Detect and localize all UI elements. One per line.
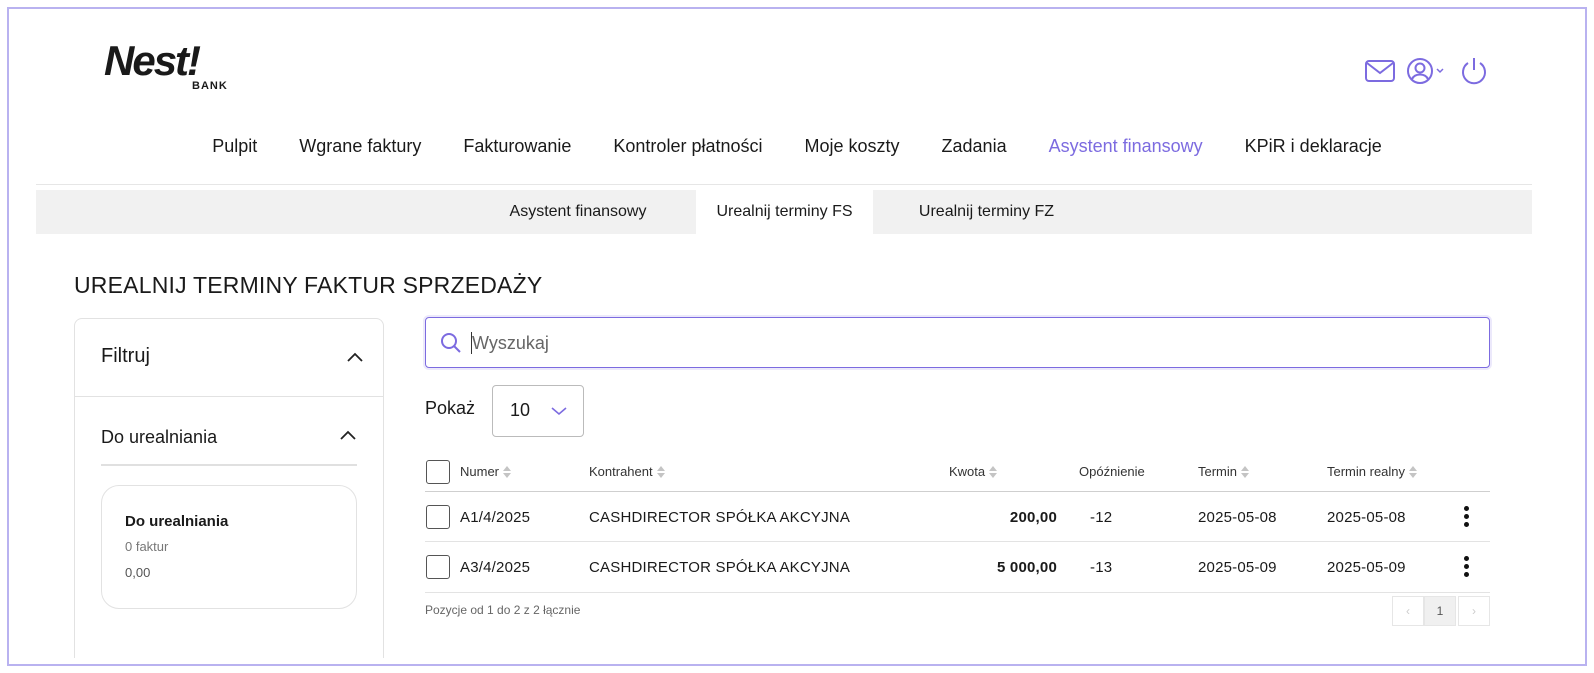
page-size-value: 10 <box>510 400 531 420</box>
filter-section-title[interactable]: Do urealniania <box>101 427 217 448</box>
sort-icon <box>503 465 512 478</box>
pagination-next-button[interactable]: › <box>1458 596 1490 626</box>
filter-header[interactable]: Filtruj <box>75 319 383 397</box>
subtab-asystent-finansowy[interactable]: Asystent finansowy <box>488 190 668 234</box>
column-header-numer[interactable]: Numer <box>460 464 512 479</box>
select-all-checkbox[interactable] <box>426 460 450 484</box>
pagination-page-1[interactable]: 1 <box>1424 596 1456 626</box>
nav-item-wgrane-faktury[interactable]: Wgrane faktury <box>278 132 442 161</box>
column-label: Termin realny <box>1327 464 1406 479</box>
nest-bank-logo[interactable]: Nest! BANK <box>104 40 234 94</box>
column-header-termin-realny[interactable]: Termin realny <box>1327 464 1418 479</box>
cell-opoznienie: -13 <box>1090 559 1113 576</box>
page-title: UREALNIJ TERMINY FAKTUR SPRZEDAŻY <box>74 272 543 298</box>
logo-subtitle: BANK <box>192 80 228 92</box>
cell-kwota: 200,00 <box>1009 509 1057 526</box>
column-header-opoznienie: Opóźnienie <box>1079 464 1145 479</box>
cell-termin: 2025-05-09 <box>1198 559 1277 576</box>
row-checkbox[interactable] <box>426 555 450 579</box>
search-input[interactable] <box>472 328 1472 358</box>
column-label: Numer <box>460 464 500 479</box>
sort-icon <box>1241 465 1250 478</box>
filter-card-do-urealniania[interactable]: Do urealniania 0 faktur 0,00 <box>101 485 357 609</box>
cell-termin-realny[interactable]: 2025-05-08 <box>1327 509 1406 526</box>
header-icons <box>1364 56 1490 86</box>
filter-title: Filtruj <box>101 345 150 367</box>
pagination-prev-button[interactable]: ‹ <box>1392 596 1424 626</box>
filter-card-count: 0 faktur <box>125 539 169 554</box>
nav-divider <box>36 184 1532 185</box>
cell-termin-realny[interactable]: 2025-05-09 <box>1327 559 1406 576</box>
row-divider <box>425 592 1490 593</box>
chevron-up-icon[interactable] <box>346 351 364 363</box>
mail-icon[interactable] <box>1364 56 1396 86</box>
nav-item-fakturowanie[interactable]: Fakturowanie <box>442 132 592 161</box>
cell-kontrahent: CASHDIRECTOR SPÓŁKA AKCYJNA <box>589 559 851 576</box>
sort-icon <box>656 465 665 478</box>
text-caret <box>471 332 472 354</box>
column-header-termin[interactable]: Termin <box>1198 464 1250 479</box>
row-divider <box>425 541 1490 542</box>
column-label: Kwota <box>949 464 986 479</box>
row-checkbox[interactable] <box>426 505 450 529</box>
sort-icon <box>989 465 998 478</box>
nav-item-kontroler-platnosci[interactable]: Kontroler płatności <box>592 132 783 161</box>
logo-wordmark: Nest! <box>104 37 201 84</box>
column-label: Termin <box>1198 464 1238 479</box>
nav-item-zadania[interactable]: Zadania <box>921 132 1028 161</box>
row-menu-icon[interactable] <box>1459 505 1475 529</box>
filter-section-divider <box>101 464 357 466</box>
table-header-divider <box>425 491 1490 492</box>
filter-panel: Filtruj Do urealniania Do urealniania 0 … <box>74 318 384 658</box>
cell-numer[interactable]: A1/4/2025 <box>460 509 530 526</box>
search-icon <box>441 333 461 353</box>
chevron-up-icon[interactable] <box>339 429 357 441</box>
column-label: Kontrahent <box>589 464 653 479</box>
cell-kwota: 5 000,00 <box>997 559 1057 576</box>
sort-icon <box>1409 465 1418 478</box>
chevron-down-icon <box>551 407 567 416</box>
nav-item-pulpit[interactable]: Pulpit <box>191 132 278 161</box>
filter-card-title: Do urealniania <box>125 513 229 530</box>
search-box <box>425 317 1490 368</box>
sub-nav: Asystent finansowy Urealnij terminy FS U… <box>36 190 1532 234</box>
power-icon[interactable] <box>1458 56 1490 86</box>
column-label: Opóźnienie <box>1079 464 1145 479</box>
column-header-kontrahent[interactable]: Kontrahent <box>589 464 665 479</box>
main-nav: Pulpit Wgrane faktury Fakturowanie Kontr… <box>0 132 1594 161</box>
pagination-info: Pozycje od 1 do 2 z 2 łącznie <box>425 603 581 617</box>
nav-item-kpir-deklaracje[interactable]: KPiR i deklaracje <box>1224 132 1403 161</box>
subtab-urealnij-fz[interactable]: Urealnij terminy FZ <box>898 190 1075 234</box>
column-header-kwota[interactable]: Kwota <box>949 464 998 479</box>
user-menu-icon[interactable] <box>1406 56 1448 86</box>
row-menu-icon[interactable] <box>1459 555 1475 579</box>
nav-item-asystent-finansowy[interactable]: Asystent finansowy <box>1028 132 1224 161</box>
nav-item-moje-koszty[interactable]: Moje koszty <box>784 132 921 161</box>
page-size-select[interactable]: 10 <box>492 385 584 437</box>
page-size-label: Pokaż <box>425 398 476 418</box>
cell-termin: 2025-05-08 <box>1198 509 1277 526</box>
cell-opoznienie: -12 <box>1090 509 1113 526</box>
cell-numer[interactable]: A3/4/2025 <box>460 559 530 576</box>
cell-kontrahent: CASHDIRECTOR SPÓŁKA AKCYJNA <box>589 509 851 526</box>
filter-card-amount: 0,00 <box>125 565 151 580</box>
subtab-urealnij-fs[interactable]: Urealnij terminy FS <box>696 190 873 234</box>
